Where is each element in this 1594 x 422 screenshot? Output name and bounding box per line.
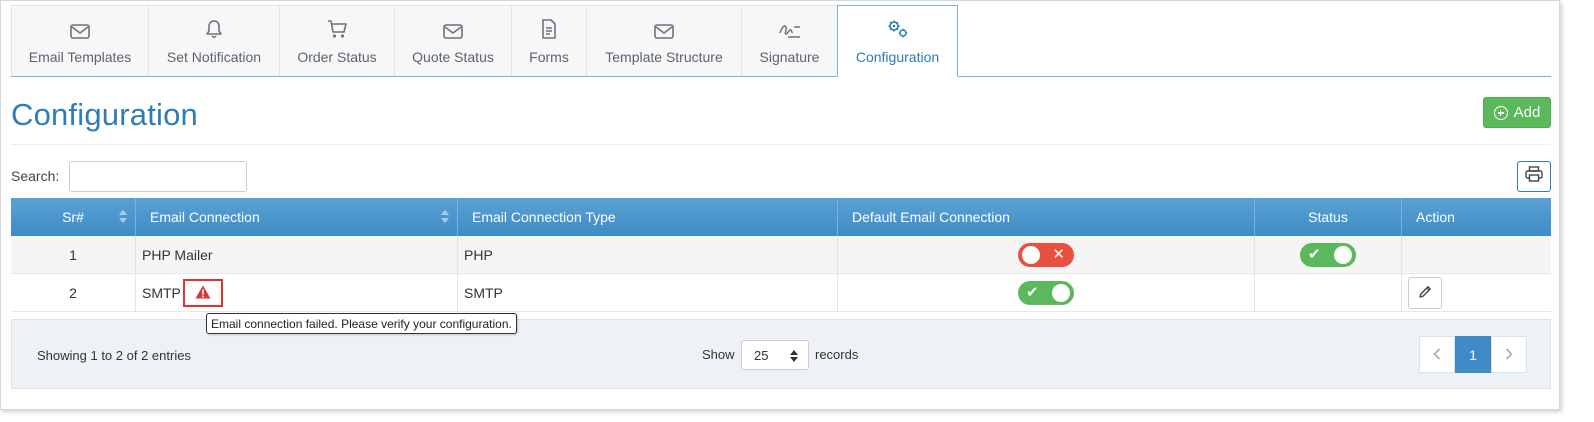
tab-template-structure[interactable]: Template Structure (586, 5, 742, 76)
cell-action (1402, 274, 1551, 312)
plus-circle-icon (1493, 105, 1508, 120)
warning-tooltip: Email connection failed. Please verify y… (206, 313, 517, 334)
cell-status (1255, 274, 1402, 312)
x-icon: ✕ (1052, 246, 1065, 263)
cell-status: ✔ (1255, 236, 1402, 274)
col-header-label: Email Connection Type (472, 209, 616, 225)
check-icon: ✔ (1308, 246, 1321, 263)
col-header-label: Action (1416, 209, 1455, 225)
printer-icon (1525, 166, 1543, 187)
cell-default: ✕ (838, 236, 1255, 274)
tab-signature[interactable]: Signature (741, 5, 838, 76)
prev-page-button[interactable] (1419, 336, 1455, 373)
tab-label: Email Templates (28, 49, 132, 65)
entries-info: Showing 1 to 2 of 2 entries (37, 348, 191, 363)
pagination: 1 (1419, 336, 1527, 373)
connection-type: PHP (464, 247, 493, 263)
tab-label: Signature (759, 49, 820, 65)
envelope-icon (654, 17, 674, 39)
gears-icon (886, 17, 910, 39)
default-connection-toggle[interactable]: ✕ (1018, 243, 1074, 267)
chevron-left-icon (1433, 347, 1441, 363)
window-frame: Email Templates Set Notification Order S… (0, 0, 1560, 410)
next-page-button[interactable] (1491, 336, 1527, 373)
col-header-email-connection[interactable]: Email Connection (136, 198, 458, 236)
search-input[interactable] (69, 161, 247, 192)
col-header-label: Email Connection (150, 209, 260, 225)
pencil-icon (1418, 285, 1432, 302)
status-toggle[interactable]: ✔ (1300, 243, 1356, 267)
page-size-value: 25 (754, 347, 769, 363)
toggle-knob (1022, 246, 1040, 264)
cell-connection-type: SMTP (458, 274, 838, 312)
cell-connection-type: PHP (458, 236, 838, 274)
tab-email-templates[interactable]: Email Templates (11, 5, 149, 76)
tab-order-status[interactable]: Order Status (279, 5, 395, 76)
tab-label: Set Notification (166, 49, 262, 65)
tab-configuration[interactable]: Configuration (837, 5, 958, 77)
toggle-knob (1334, 246, 1352, 264)
signature-icon (778, 17, 802, 39)
col-header-label: Status (1308, 209, 1348, 225)
cell-sr: 2 (11, 274, 136, 312)
warning-icon (195, 285, 211, 302)
print-button[interactable] (1517, 161, 1551, 192)
col-header-default-email-connection: Default Email Connection (838, 198, 1255, 236)
add-button-label: Add (1513, 104, 1541, 121)
cart-icon (327, 17, 347, 39)
connection-warning[interactable] (182, 279, 223, 307)
table-row: 2 SMTP SMTP ✔ (11, 274, 1551, 312)
bell-icon (205, 17, 223, 39)
tab-set-notification[interactable]: Set Notification (148, 5, 280, 76)
toggle-knob (1052, 284, 1070, 302)
search-label: Search: (11, 168, 60, 184)
configuration-table: Sr# Email Connection Email Connection Ty… (11, 198, 1551, 312)
divider (11, 144, 1551, 145)
cell-sr: 1 (11, 236, 136, 274)
tab-bar: Email Templates Set Notification Order S… (11, 5, 1551, 77)
records-label: records (815, 347, 859, 362)
connection-name: PHP Mailer (142, 247, 213, 263)
envelope-icon (70, 17, 90, 39)
sort-icon (441, 210, 449, 224)
tab-label: Forms (529, 49, 569, 65)
edit-button[interactable] (1408, 277, 1442, 309)
col-header-email-connection-type: Email Connection Type (458, 198, 838, 236)
tab-label: Quote Status (412, 49, 494, 65)
sort-icon (119, 210, 127, 224)
cell-email-connection: SMTP (136, 274, 458, 312)
document-icon (541, 17, 557, 39)
page-button-1[interactable]: 1 (1455, 336, 1491, 373)
page-title: Configuration (11, 97, 198, 132)
tab-label: Template Structure (605, 49, 723, 65)
show-label: Show (702, 347, 735, 362)
chevron-right-icon (1505, 347, 1513, 363)
col-header-action: Action (1402, 198, 1551, 236)
tab-label: Configuration (855, 49, 940, 65)
col-header-label: Sr# (62, 209, 84, 225)
cell-default: ✔ (838, 274, 1255, 312)
default-connection-toggle[interactable]: ✔ (1018, 281, 1074, 305)
envelope-icon (443, 17, 463, 39)
page-size-select[interactable]: 25 (741, 340, 809, 370)
check-icon: ✔ (1026, 284, 1039, 301)
table-header: Sr# Email Connection Email Connection Ty… (11, 198, 1551, 236)
add-button[interactable]: Add (1483, 97, 1551, 128)
tab-forms[interactable]: Forms (511, 5, 587, 76)
col-header-sr[interactable]: Sr# (11, 198, 136, 236)
tab-quote-status[interactable]: Quote Status (394, 5, 512, 76)
cell-email-connection: PHP Mailer (136, 236, 458, 274)
col-header-status: Status (1255, 198, 1402, 236)
select-arrows-icon (790, 350, 798, 362)
connection-name: SMTP (142, 285, 181, 301)
col-header-label: Default Email Connection (852, 209, 1010, 225)
tab-label: Order Status (297, 49, 377, 65)
cell-action (1402, 236, 1551, 274)
connection-type: SMTP (464, 285, 503, 301)
table-row: 1 PHP Mailer PHP ✕ ✔ (11, 236, 1551, 274)
